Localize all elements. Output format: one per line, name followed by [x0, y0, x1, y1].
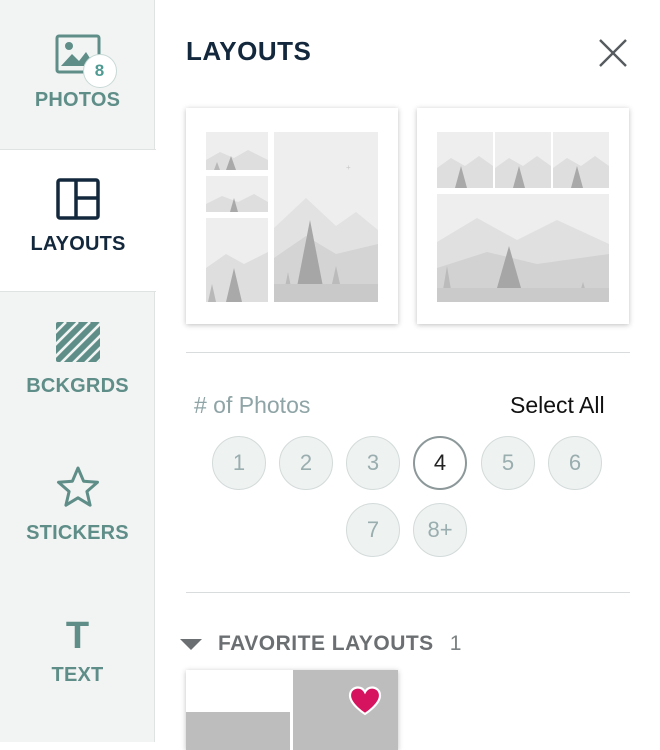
sidebar-tab-photos[interactable]: 8 PHOTOS [0, 0, 155, 150]
sidebar: 8 PHOTOS LAYOUTS BCKGRDS STICKERS T TEXT [0, 0, 156, 742]
photo-count-3-button[interactable]: 3 [346, 436, 400, 490]
favorite-layouts-title: FAVORITE LAYOUTS [218, 632, 434, 655]
favorite-layout-thumbnail[interactable] [186, 670, 398, 750]
layout-thumbnail-2[interactable] [417, 108, 629, 324]
close-icon[interactable] [596, 36, 630, 70]
sidebar-tab-text-label: TEXT [51, 664, 104, 686]
layout-preview-image [437, 132, 609, 302]
layout-slot [186, 712, 290, 750]
select-all-link[interactable]: Select All [510, 392, 605, 419]
photo-count-label: # of Photos [194, 392, 311, 418]
sidebar-tab-backgrounds[interactable]: BCKGRDS [0, 322, 155, 442]
image-icon: 8 [55, 34, 117, 88]
photo-count-5-button[interactable]: 5 [481, 436, 535, 490]
photo-count-6-button[interactable]: 6 [548, 436, 602, 490]
divider [186, 592, 630, 593]
photo-count-1-button[interactable]: 1 [212, 436, 266, 490]
star-icon [55, 465, 101, 514]
photo-count-7-button[interactable]: 7 [346, 503, 400, 557]
heart-icon[interactable] [348, 686, 382, 716]
text-icon: T [65, 615, 90, 657]
divider [186, 352, 630, 353]
favorite-layouts-toggle[interactable]: FAVORITE LAYOUTS 1 [180, 632, 461, 656]
layout-slot [293, 670, 398, 750]
layout-icon [56, 178, 100, 225]
sidebar-tab-text[interactable]: T TEXT [0, 616, 155, 716]
sidebar-tab-stickers[interactable]: STICKERS [0, 465, 155, 585]
sidebar-tab-stickers-label: STICKERS [26, 522, 129, 544]
svg-text:+: + [346, 163, 351, 172]
photo-count-4-button[interactable]: 4 [413, 436, 467, 490]
sidebar-tab-backgrounds-label: BCKGRDS [26, 375, 129, 397]
caret-down-icon [180, 638, 202, 650]
layouts-panel: LAYOUTS + # of Photos Select All 1 2 3 4… [156, 0, 660, 750]
background-pattern-icon [55, 322, 100, 367]
photo-count-badge: 8 [82, 54, 117, 88]
layout-editor-app: 8 PHOTOS LAYOUTS BCKGRDS STICKERS T TEXT… [0, 0, 660, 750]
sidebar-tab-photos-label: PHOTOS [34, 89, 121, 111]
layout-preview-image: + [206, 132, 378, 302]
favorite-layouts-count: 1 [449, 632, 462, 655]
photo-count-8plus-button[interactable]: 8+ [413, 503, 467, 557]
sidebar-tab-layouts-label: LAYOUTS [30, 233, 126, 255]
panel-title: LAYOUTS [186, 36, 312, 66]
photo-count-2-button[interactable]: 2 [279, 436, 333, 490]
sidebar-tab-layouts[interactable]: LAYOUTS [0, 149, 156, 292]
layout-thumbnail-1[interactable]: + [186, 108, 398, 324]
